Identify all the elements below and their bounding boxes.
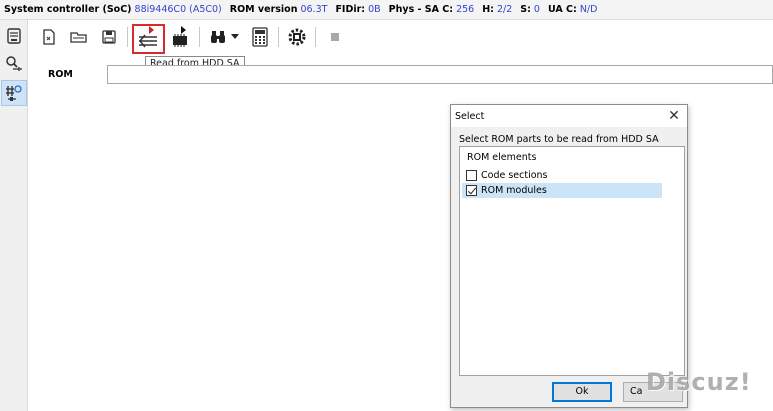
main-toolbar <box>28 20 773 54</box>
write-chip-button[interactable] <box>167 24 193 50</box>
device-button[interactable] <box>1 23 27 49</box>
toolbar-separator <box>199 27 200 47</box>
dialog-titlebar: Select <box>451 105 687 127</box>
rom-label: ROM <box>48 69 73 80</box>
network-tool-button[interactable] <box>1 80 27 106</box>
dialog-close-button[interactable]: ✕ <box>665 107 683 125</box>
close-icon: ✕ <box>668 108 680 124</box>
left-toolbar <box>0 20 28 411</box>
device-icon <box>7 28 21 44</box>
stop-icon <box>331 33 339 41</box>
rom-modules-checkbox[interactable] <box>466 185 477 196</box>
stop-button[interactable] <box>322 24 348 50</box>
open-folder-icon <box>70 32 87 43</box>
list-item-label: ROM modules <box>481 185 547 196</box>
ok-button[interactable]: Ok <box>552 382 612 402</box>
rom-elements-list: ROM elements Code sections ROM modules <box>459 146 685 376</box>
calculator-icon <box>252 27 268 47</box>
select-dialog: Select ✕ Select ROM parts to be read fro… <box>450 104 688 408</box>
chip-settings-button[interactable] <box>284 24 310 50</box>
dropdown-arrow-icon <box>231 34 239 39</box>
phys-label: Phys - SA C: <box>388 4 454 15</box>
read-from-hdd-sa-button[interactable] <box>135 24 161 50</box>
ua-value: N/D <box>579 4 598 15</box>
open-file-icon <box>43 29 55 45</box>
rom-input[interactable] <box>107 65 773 84</box>
write-chip-icon <box>173 26 187 47</box>
chip-gear-icon <box>288 28 306 46</box>
s-value: 0 <box>533 4 540 15</box>
code-sections-checkbox[interactable] <box>466 170 477 181</box>
fidir-value: 0В <box>368 4 381 15</box>
save-button[interactable] <box>96 24 122 50</box>
binoculars-icon <box>211 31 225 43</box>
list-item-rom-modules[interactable]: ROM modules <box>462 183 662 198</box>
save-icon <box>102 30 116 44</box>
open-file-button[interactable] <box>36 24 62 50</box>
search-key-button[interactable] <box>1 51 27 77</box>
dialog-title: Select <box>455 110 485 122</box>
list-header: ROM elements <box>467 152 537 163</box>
dialog-prompt: Select ROM parts to be read from HDD SA <box>459 134 659 145</box>
list-item-label: Code sections <box>481 170 548 181</box>
phys-value: 256 <box>456 4 475 15</box>
network-tool-icon <box>6 85 22 101</box>
read-from-hdd-sa-icon <box>139 26 157 48</box>
toolbar-separator <box>315 27 316 47</box>
status-bar: System controller (SoC) 88i9446C0 (A5C0)… <box>0 0 773 20</box>
open-folder-button[interactable] <box>66 24 92 50</box>
toolbar-separator <box>278 27 279 47</box>
search-key-icon <box>6 56 22 71</box>
rom-version-label: ROM version <box>229 4 298 15</box>
app-window: System controller (SoC) 88i9446C0 (A5C0)… <box>0 0 773 411</box>
h-label: H: <box>482 4 494 15</box>
list-item-code-sections[interactable]: Code sections <box>462 168 662 183</box>
fidir-label: FIDir: <box>335 4 366 15</box>
calculator-button[interactable] <box>247 24 273 50</box>
find-dropdown-button[interactable] <box>228 24 242 50</box>
h-value: 2/2 <box>496 4 513 15</box>
toolbar-separator <box>127 27 128 47</box>
ua-label: UA C: <box>547 4 577 15</box>
soc-label: System controller (SoC) <box>4 4 132 15</box>
s-label: S: <box>520 4 531 15</box>
watermark: Discuz! <box>646 368 752 396</box>
soc-value: 88i9446C0 (A5C0) <box>134 4 222 15</box>
rom-version-value: 06.3Т <box>300 4 328 15</box>
